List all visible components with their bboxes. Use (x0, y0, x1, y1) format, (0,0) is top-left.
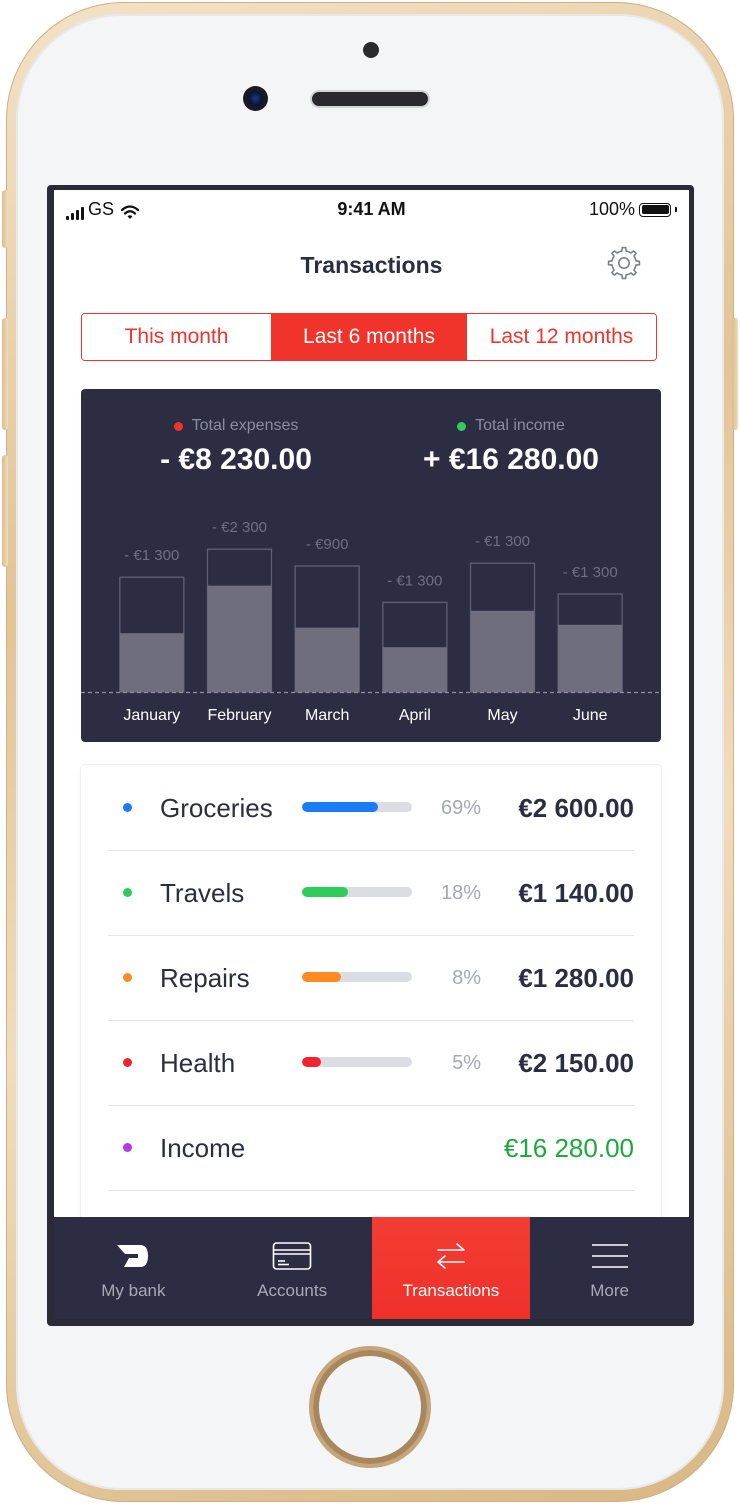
chart-tick-label: February (207, 707, 271, 724)
category-progress-bar (302, 802, 412, 812)
tab-accounts[interactable]: Accounts (213, 1217, 372, 1319)
volume-down-button (2, 455, 8, 567)
category-progress-fill (302, 887, 349, 897)
transfer-arrows-icon (437, 1243, 465, 1269)
category-color-dot (123, 973, 132, 982)
chart-bar-fill (558, 624, 623, 692)
battery-icon (639, 202, 671, 217)
category-row[interactable]: Travels 18% €1 140.00 (108, 850, 634, 936)
category-color-dot (123, 803, 132, 812)
chart-value-label: - €2 300 (212, 519, 267, 536)
category-name: Income (160, 1133, 246, 1163)
chart-tick-label: January (123, 707, 180, 724)
category-progress-bar (302, 972, 412, 982)
power-button (732, 318, 738, 430)
category-percent: 69% (440, 797, 481, 819)
category-name: Groceries (160, 793, 273, 823)
chart-value-label: - €1 300 (475, 533, 530, 550)
chart-tick-label: March (305, 707, 349, 724)
category-percent: 8% (452, 967, 481, 989)
expenses-chart-card: Total expenses - €8 230.00 Total income … (81, 389, 661, 742)
category-amount: €2 150.00 (518, 1048, 634, 1078)
chart-bar-fill (382, 647, 447, 692)
chart-bar-fill (119, 633, 184, 692)
chart-bar-fill (470, 610, 535, 692)
chart-value-label: - €1 300 (563, 564, 618, 581)
tab-label-transactions: Transactions (402, 1281, 500, 1300)
category-row[interactable]: Groceries 69% €2 600.00 (108, 765, 634, 851)
category-progress-bar (302, 1057, 412, 1067)
card-icon (272, 1242, 312, 1270)
bottom-tab-bar: My bank Accounts Transactions More (54, 1217, 689, 1319)
chart-value-label: - €1 300 (387, 572, 442, 589)
home-button[interactable] (313, 1350, 427, 1464)
earpiece-speaker (312, 92, 428, 106)
status-bar: GS 9:41 AM 100% (54, 190, 689, 228)
category-percent: 18% (440, 882, 481, 904)
category-amount: €2 600.00 (518, 793, 634, 823)
category-progress-fill (302, 972, 341, 982)
tab-label-more: More (590, 1281, 629, 1300)
chart-tick-label: May (487, 707, 517, 724)
category-progress-fill (302, 802, 378, 812)
category-amount: €1 280.00 (518, 963, 634, 993)
category-percent: 5% (452, 1052, 481, 1074)
category-color-dot (123, 1143, 132, 1152)
chart-value-label: - €1 300 (124, 547, 179, 564)
front-camera (243, 86, 268, 111)
category-color-dot (123, 1058, 132, 1067)
tab-last-12-months[interactable]: Last 12 months (466, 314, 656, 360)
category-progress-fill (302, 1057, 321, 1067)
page-title: Transactions (300, 252, 443, 278)
category-row[interactable]: Repairs 8% €1 280.00 (108, 935, 634, 1021)
proximity-sensor (363, 42, 379, 58)
category-amount: €1 140.00 (518, 878, 634, 908)
chart-bar-fill (295, 627, 360, 692)
menu-icon (591, 1244, 628, 1268)
chart-bar-fill (207, 585, 272, 692)
tab-my-bank[interactable]: My bank (54, 1217, 213, 1319)
chart-value-label: - €900 (306, 536, 349, 553)
categories-card: Groceries 69% €2 600.00 Travels 18% €1 140.00… (81, 765, 661, 1235)
app-screen: GS 9:41 AM 100% Transactions This month … (54, 190, 689, 1319)
category-row[interactable]: Income €16 280.00 (108, 1105, 634, 1191)
chart-tick-label: June (573, 707, 608, 724)
status-right: 100% (589, 199, 677, 220)
battery-tip (675, 207, 677, 212)
tab-more[interactable]: More (530, 1217, 689, 1319)
tab-last-6-months[interactable]: Last 6 months (271, 314, 466, 360)
bank-logo-icon (117, 1245, 149, 1267)
category-name: Travels (160, 878, 245, 908)
tab-this-month[interactable]: This month (82, 314, 271, 360)
mute-switch (2, 190, 8, 248)
category-color-dot (123, 888, 132, 897)
period-selector: This month Last 6 months Last 12 months (81, 313, 657, 361)
battery-percent: 100% (588, 199, 635, 219)
monthly-bar-chart: - €1 300 January - €2 300 February - €900 Mar… (81, 519, 661, 724)
tab-label-my-bank: My bank (101, 1281, 166, 1300)
tab-label-accounts: Accounts (257, 1281, 328, 1300)
settings-gear-icon[interactable] (606, 245, 642, 281)
chart-tick-label: April (399, 707, 431, 724)
category-name: Repairs (160, 963, 250, 993)
category-name: Health (160, 1048, 236, 1078)
category-row[interactable]: Health 5% €2 150.00 (108, 1020, 634, 1106)
volume-up-button (2, 318, 8, 430)
tab-transactions[interactable]: Transactions (371, 1217, 531, 1319)
category-progress-bar (302, 887, 412, 897)
category-amount: €16 280.00 (503, 1133, 634, 1163)
